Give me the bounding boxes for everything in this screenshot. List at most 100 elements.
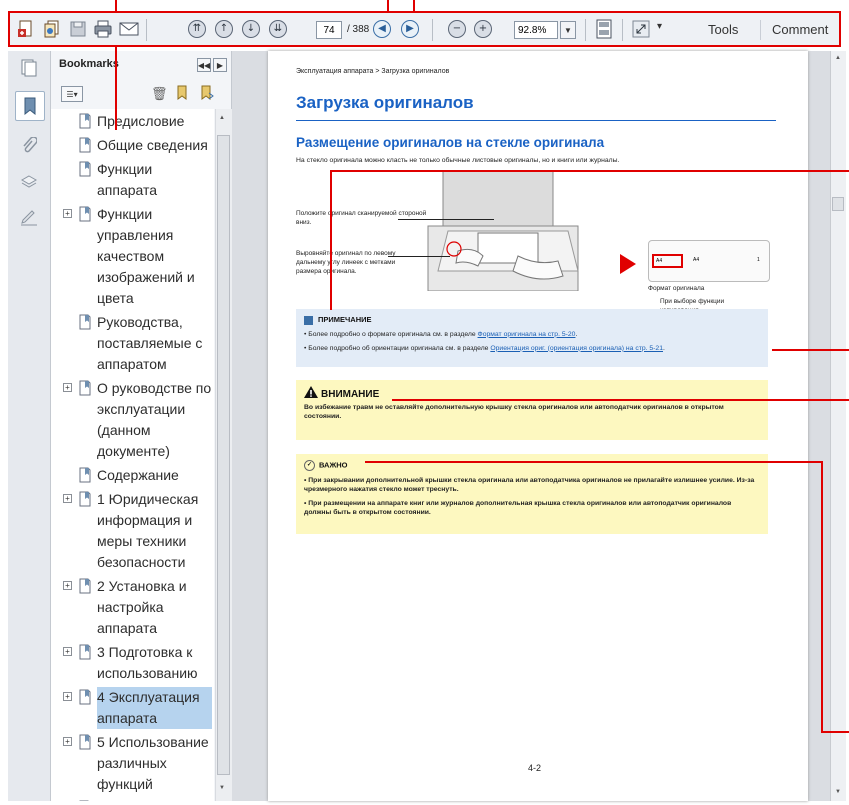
page-number-input[interactable]: 74 [316, 21, 342, 39]
bookmark-item[interactable]: +1 Юридическая информация и меры техники… [51, 489, 214, 573]
bookmark-label: 1 Юридическая информация и меры техники … [97, 491, 199, 570]
note-line-2-text: Более подробно об ориентации оригинала с… [308, 344, 491, 352]
bookmarks-scroll-thumb[interactable] [217, 135, 230, 775]
callout-line [115, 47, 117, 130]
zoom-out-button[interactable]: − [446, 18, 468, 40]
page-thumbnails-icon[interactable] [18, 57, 40, 79]
note-link-orientation[interactable]: Ориентация ориг. (ориентация оригинала) … [490, 345, 663, 352]
pdf-viewer-window: ⇈ ↑ ↓ ⇊ 74 / 388 ◀ ▶ − + 92.8% ▼ ▾ Tools… [0, 0, 849, 805]
bookmark-page-icon [79, 380, 91, 396]
signatures-icon[interactable] [18, 207, 40, 229]
next-view-button[interactable]: ▶ [399, 18, 421, 40]
page-total-count: / 388 [347, 24, 370, 35]
title-divider [296, 120, 776, 121]
bookmarks-header: Bookmarks ◀◀ ▶ [51, 51, 231, 79]
previous-page-button[interactable]: ↑ [213, 18, 235, 40]
intro-text: На стекло оригинала можно класть не толь… [296, 157, 620, 164]
zoom-input[interactable]: 92.8% [514, 21, 558, 39]
callout-line [330, 170, 332, 310]
zoom-in-button[interactable]: + [472, 18, 494, 40]
bookmark-item[interactable]: +5 Использование различных функций [51, 732, 214, 795]
previous-view-button[interactable]: ◀ [371, 18, 393, 40]
bookmarks-scrollbar[interactable]: ▲ ▼ [215, 109, 232, 801]
bookmark-item[interactable]: +4 Эксплуатация аппарата [51, 687, 214, 729]
panel-menu-button[interactable]: ▶ [213, 58, 227, 72]
expand-toggle-icon[interactable]: + [63, 692, 72, 701]
original-size-indicator: A4 [652, 254, 683, 268]
comment-button[interactable]: Comment [772, 22, 828, 37]
warning-title: ВНИМАНИЕ [304, 386, 760, 400]
panel-copy-count: 1 [757, 257, 760, 263]
minus-icon: − [448, 20, 466, 38]
warning-title-text: ВНИМАНИЕ [321, 389, 380, 400]
plus-icon: + [474, 20, 492, 38]
bookmark-item[interactable]: + О руководстве по эксплуатации (данном д… [51, 378, 214, 462]
expand-toggle-icon[interactable]: + [63, 647, 72, 656]
collapse-panel-button[interactable]: ◀◀ [197, 58, 211, 72]
document-scrollbar[interactable]: ▲ ▼ [830, 51, 846, 801]
bookmarks-icon[interactable] [15, 91, 45, 121]
combine-files-icon[interactable] [41, 18, 63, 40]
bookmark-item[interactable]: Предисловие [51, 111, 214, 132]
full-screen-icon[interactable] [630, 18, 652, 40]
document-viewport: Эксплуатация аппарата > Загрузка оригина… [232, 51, 830, 801]
attachments-icon[interactable] [18, 135, 40, 157]
bookmark-page-icon [79, 644, 91, 660]
email-icon[interactable] [118, 18, 140, 40]
zoom-dropdown[interactable]: ▼ [560, 21, 576, 39]
scroll-up-icon[interactable]: ▲ [219, 115, 225, 121]
bookmark-page-icon [79, 467, 91, 483]
bookmark-item[interactable]: +3 Подготовка к использованию [51, 642, 214, 684]
bookmark-item[interactable]: +6 Устранение [51, 798, 214, 801]
delete-bookmark-icon[interactable]: 🗑 [151, 86, 168, 102]
document-scroll-thumb[interactable] [832, 197, 844, 211]
important-line-2-text: При размещении на аппарате книг или журн… [304, 500, 732, 516]
bookmark-page-icon [79, 491, 91, 507]
expand-toggle-icon[interactable]: + [63, 581, 72, 590]
scroll-up-icon[interactable]: ▲ [835, 55, 841, 61]
scroll-down-icon[interactable]: ▼ [835, 789, 841, 795]
expand-toggle-icon[interactable]: + [63, 737, 72, 746]
next-page-button[interactable]: ↓ [240, 18, 262, 40]
create-pdf-icon[interactable] [15, 18, 37, 40]
scanner-illustration [427, 171, 579, 291]
expand-toggle-icon[interactable]: + [63, 383, 72, 392]
tools-button[interactable]: Tools [708, 22, 738, 37]
expand-toggle-icon[interactable]: + [63, 209, 72, 218]
toolbar-overflow-icon[interactable]: ▾ [657, 21, 662, 32]
bookmark-item[interactable]: +2 Установка и настройка аппарата [51, 576, 214, 639]
note-link-format[interactable]: Формат оригинала на стр. 5-20 [478, 331, 576, 338]
last-page-button[interactable]: ⇊ [267, 18, 289, 40]
page-number: 4-2 [528, 763, 542, 773]
expand-toggle-icon[interactable]: + [63, 494, 72, 503]
note-title: ПРИМЕЧАНИЕ [304, 315, 760, 325]
bookmark-page-icon [79, 206, 91, 222]
bookmark-options-button[interactable]: ☰▾ [61, 86, 83, 102]
bookmark-page-icon [79, 734, 91, 750]
caption-leader-line [388, 256, 450, 257]
bookmark-item[interactable]: Функции аппарата [51, 159, 214, 201]
bookmark-label: Руководства, поставляемые с аппаратом [97, 314, 203, 372]
expand-bookmark-icon[interactable] [199, 85, 215, 106]
arrow-right-circle-icon: ▶ [401, 20, 419, 38]
scroll-down-icon[interactable]: ▼ [219, 785, 225, 791]
bookmark-item[interactable]: Руководства, поставляемые с аппаратом [51, 312, 214, 375]
bookmark-item[interactable]: Содержание [51, 465, 214, 486]
bookmark-item[interactable]: + Функции управления качеством изображени… [51, 204, 214, 309]
layers-icon[interactable] [18, 171, 40, 193]
bookmark-item[interactable]: Общие сведения [51, 135, 214, 156]
save-icon[interactable] [67, 18, 89, 40]
bookmark-label: Содержание [97, 467, 179, 483]
callout-line [392, 399, 849, 401]
caption-format: Формат оригинала [648, 285, 705, 292]
warning-text: Во избежание травм не оставляйте дополни… [304, 404, 724, 420]
chevron-right-icon: ▶ [216, 60, 224, 70]
note-line-2-end: . [663, 344, 665, 352]
note-title-text: ПРИМЕЧАНИЕ [318, 315, 372, 324]
first-page-button[interactable]: ⇈ [186, 18, 208, 40]
first-page-icon: ⇈ [188, 20, 206, 38]
fit-page-icon[interactable] [593, 18, 615, 40]
print-icon[interactable] [92, 18, 114, 40]
caption-align: Выровняйте оригинал по левому дальнему у… [296, 250, 396, 275]
new-bookmark-icon[interactable] [175, 85, 191, 106]
